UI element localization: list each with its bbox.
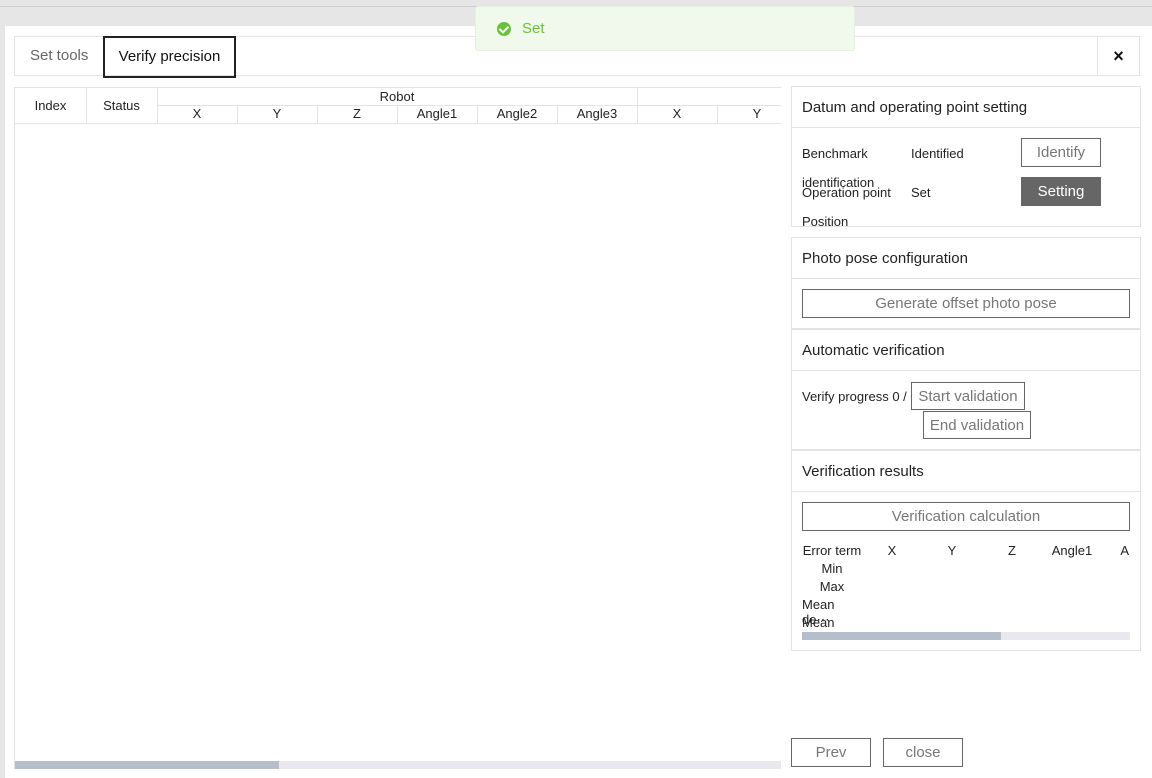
setting-button[interactable]: Setting <box>1021 177 1101 206</box>
results-header-x: X <box>887 543 897 558</box>
benchmark-status: Identified <box>911 146 964 161</box>
success-toast: Set <box>475 6 855 51</box>
column-group-robot: Robot <box>379 89 415 104</box>
photo-pose-panel: Photo pose configuration Generate offset… <box>791 237 1141 329</box>
photo-pose-panel-title: Photo pose configuration <box>792 238 1140 279</box>
verify-progress-label: Verify progress 0 / 0 <box>802 389 918 404</box>
automatic-verification-panel-title: Automatic verification <box>792 330 1140 371</box>
results-header-angle2: Ang <box>1120 543 1130 558</box>
results-row-min: Min <box>821 561 843 576</box>
column-header-robot-angle2[interactable]: Angle2 <box>477 105 557 123</box>
column-header-camera-x[interactable]: X <box>637 105 717 123</box>
column-header-index[interactable]: Index <box>15 88 86 123</box>
automatic-verification-panel: Automatic verification Verify progress 0… <box>791 329 1141 450</box>
column-header-camera-y[interactable]: Y <box>717 105 781 123</box>
table-horizontal-scrollbar[interactable] <box>15 761 781 769</box>
operation-point-status: Set <box>911 185 931 200</box>
verification-results-panel: Verification results Verification calcul… <box>791 450 1141 651</box>
verification-results-panel-title: Verification results <box>792 451 1140 492</box>
datum-panel: Datum and operating point setting Benchm… <box>791 86 1141 229</box>
results-header-error-term: Error term <box>802 543 862 558</box>
datum-panel-title: Datum and operating point setting <box>792 87 1140 128</box>
results-row-mean-square: Mean sq⋯ <box>802 615 835 633</box>
identify-button[interactable]: Identify <box>1021 138 1101 167</box>
close-button[interactable]: close <box>883 738 963 767</box>
operation-point-label-line2: Position <box>802 214 849 229</box>
operation-point-label: Operation point <box>802 185 891 200</box>
scrollbar-thumb[interactable] <box>15 761 279 769</box>
column-header-status[interactable]: Status <box>86 88 157 123</box>
start-validation-button[interactable]: Start validation <box>911 382 1025 410</box>
tab-verify-precision[interactable]: Verify precision <box>103 36 236 78</box>
results-header-z: Z <box>1008 543 1016 558</box>
results-header-angle1: Angle1 <box>1051 543 1093 558</box>
close-icon[interactable]: × <box>1097 36 1139 76</box>
results-header-y: Y <box>947 543 957 558</box>
check-circle-icon <box>497 22 511 36</box>
end-validation-button[interactable]: End validation <box>923 411 1031 439</box>
table-header: Index Status Robot X Y Z Angle1 Angle2 A… <box>15 87 781 124</box>
toast-message: Set <box>522 20 545 37</box>
column-header-robot-x[interactable]: X <box>157 105 237 123</box>
generate-offset-photo-pose-button[interactable]: Generate offset photo pose <box>802 289 1130 318</box>
results-scrollbar-thumb[interactable] <box>802 632 1001 640</box>
prev-button[interactable]: Prev <box>791 738 871 767</box>
verification-calculation-button[interactable]: Verification calculation <box>802 502 1130 531</box>
results-table: Error term X Y Z Angle1 Ang Min Max Mean… <box>802 543 1130 633</box>
column-header-robot-y[interactable]: Y <box>237 105 317 123</box>
verification-data-table: Index Status Robot X Y Z Angle1 Angle2 A… <box>14 87 781 769</box>
column-header-robot-angle3[interactable]: Angle3 <box>557 105 637 123</box>
benchmark-label: Benchmark <box>802 146 868 161</box>
results-row-max: Max <box>819 579 845 594</box>
verify-progress-text: Verify progress <box>802 389 889 404</box>
results-horizontal-scrollbar[interactable] <box>802 632 1130 640</box>
column-header-robot-z[interactable]: Z <box>317 105 397 123</box>
tab-set-tools[interactable]: Set tools <box>15 36 103 78</box>
column-header-robot-angle1[interactable]: Angle1 <box>397 105 477 123</box>
